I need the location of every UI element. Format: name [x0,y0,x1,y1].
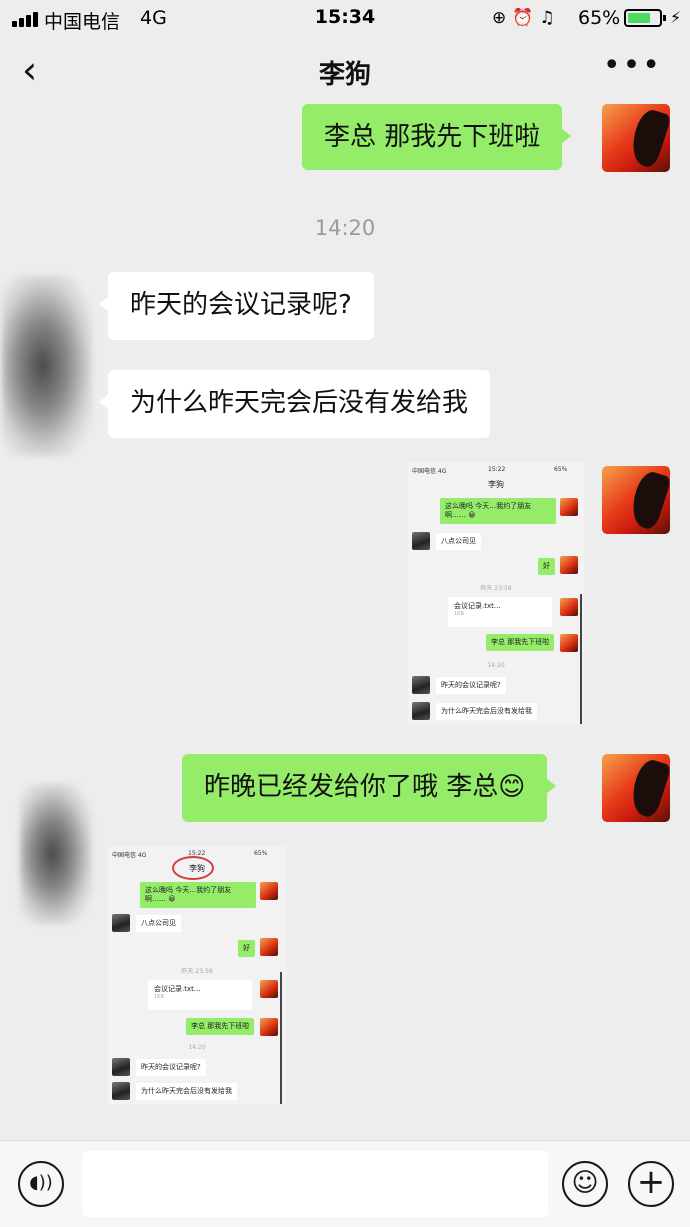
mini-file-name: 会议记录.txt... [154,985,201,993]
mini-divider [580,594,582,724]
mini-file-name: 会议记录.txt... [454,602,501,610]
message-input[interactable] [82,1151,548,1217]
headphones-icon: ♫ [539,8,561,28]
message-text: 昨晚已经发给你了哦 李总😊 [204,772,526,802]
received-screenshot-image[interactable]: 中国电信 4G 15:22 65% 李狗 这么晚吗 今天…我约了朋友啊…… 😀 … [108,846,286,1104]
mini-carrier: 中国电信 4G [112,852,147,859]
mini-avatar-me [260,882,278,900]
mini-avatar-me [260,938,278,956]
chat-title: 李狗 [318,60,371,90]
mini-avatar-other [412,702,430,720]
mini-divider [280,972,282,1104]
mini-message: 好 [238,940,255,957]
mini-file-size: 1KB [154,994,164,1000]
mini-avatar-me [560,556,578,574]
mini-message: 这么晚吗 今天…我约了朋友啊…… 😀 [440,498,556,524]
mini-message: 李总 那我先下班啦 [486,634,555,651]
battery-icon [624,9,666,27]
mini-avatar-me [260,1018,278,1036]
mini-timestamp: 昨天 23:58 [181,968,213,975]
chat-area[interactable]: 李总 那我先下班啦 14:20 昨天的会议记录呢? 为什么昨天完会后没有发给我 … [0,104,690,1140]
charging-icon: ⚡ [670,8,682,27]
mini-avatar-me [560,598,578,616]
more-dots-icon[interactable]: ••• [603,48,662,83]
plus-icon[interactable]: + [628,1161,674,1207]
mini-avatar-me [260,980,278,998]
mini-message: 昨天的会议记录呢? [436,677,506,694]
mini-avatar-other [112,1058,130,1076]
mini-message: 八点公司见 [136,915,181,932]
mini-avatar-other [112,1082,130,1100]
mini-message: 昨天的会议记录呢? [136,1059,206,1076]
sent-screenshot-image[interactable]: 中国电信 4G 15:22 65% 李狗 这么晚吗 今天…我约了朋友啊…… 😀 … [408,462,584,724]
mini-avatar-other [412,676,430,694]
message-bubble-received[interactable]: 昨天的会议记录呢? [99,272,374,340]
orientation-lock-icon: ⊕ [492,8,513,28]
my-avatar[interactable] [602,466,670,534]
mini-message: 好 [538,558,555,575]
mini-file-card: 会议记录.txt... 1KB [148,980,252,1010]
message-bubble-sent[interactable]: 李总 那我先下班啦 [302,104,572,170]
mini-avatar-other [112,914,130,932]
battery-percent: 65% [578,7,621,29]
message-bubble-sent[interactable]: 昨晚已经发给你了哦 李总😊 [182,754,557,822]
mini-file-card: 会议记录.txt... 1KB [448,597,552,627]
message-text: 为什么昨天完会后没有发给我 [130,388,469,418]
status-icons: ⊕⏰♫ [492,8,561,28]
mini-avatar-other [412,532,430,550]
mini-timestamp: 14:20 [188,1044,206,1051]
mini-message: 八点公司见 [436,533,481,550]
mini-message: 为什么昨天完会后没有发给我 [436,703,537,720]
message-bubble-received[interactable]: 为什么昨天完会后没有发给我 [98,370,491,438]
mini-timestamp: 昨天 23:58 [480,585,512,592]
red-circle-annotation [172,856,214,880]
mini-message: 为什么昨天完会后没有发给我 [136,1083,237,1100]
my-avatar[interactable] [602,104,670,172]
my-avatar[interactable] [602,754,670,822]
nav-bar: ‹ 李狗 ••• [0,38,690,104]
mini-battery: 65% [554,466,568,473]
mini-time: 15:22 [488,466,506,473]
mini-avatar-me [560,634,578,652]
mini-avatar-me [560,498,578,516]
mini-carrier: 中国电信 4G [412,468,447,475]
input-bar: ◖)) ☺ + [0,1140,690,1227]
mini-message: 李总 那我先下班啦 [186,1018,255,1035]
mini-battery: 65% [254,850,268,857]
mini-file-size: 1KB [454,611,464,617]
message-text: 李总 那我先下班啦 [324,122,541,152]
status-bar: 中国电信 4G 15:34 ⊕⏰♫ 65% ⚡ [0,0,690,38]
message-timestamp: 14:20 [314,216,376,240]
voice-icon[interactable]: ◖)) [18,1161,64,1207]
mini-message: 这么晚吗 今天…我约了朋友啊…… 😀 [140,882,256,908]
mini-timestamp: 14:20 [487,662,505,669]
emoji-icon[interactable]: ☺ [562,1161,608,1207]
contact-avatar[interactable] [2,276,92,456]
mini-title: 李狗 [488,480,504,489]
message-text: 昨天的会议记录呢? [130,290,352,320]
contact-avatar[interactable] [20,784,92,924]
alarm-icon: ⏰ [512,8,540,28]
